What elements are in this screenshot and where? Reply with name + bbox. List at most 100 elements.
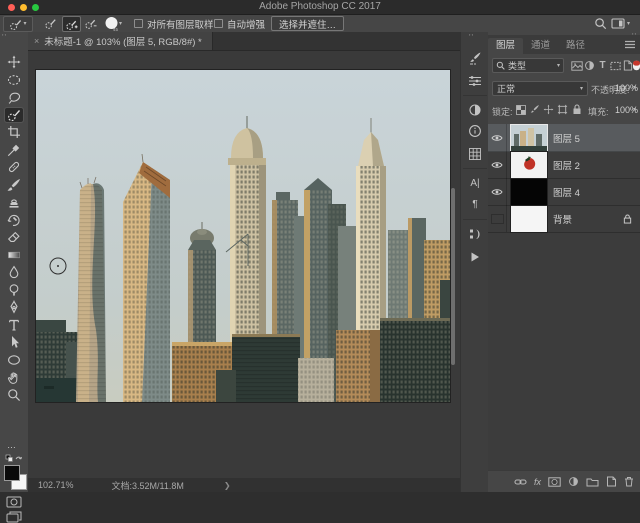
layer-row-5[interactable]: 图层 5 xyxy=(488,124,640,152)
new-group-button[interactable] xyxy=(586,477,599,487)
layer-row-background[interactable]: 背景 xyxy=(488,205,640,233)
add-to-selection-mode-button[interactable] xyxy=(62,16,81,32)
path-selection-tool[interactable] xyxy=(5,335,23,349)
tab-layers[interactable]: 图层 xyxy=(488,38,523,54)
move-tool[interactable] xyxy=(5,55,23,69)
chevron-down-icon: ▾ xyxy=(580,86,583,92)
layer-thumbnail[interactable] xyxy=(511,125,547,151)
lock-artboard-icon[interactable] xyxy=(556,103,569,116)
subtract-from-selection-mode-button[interactable] xyxy=(82,16,99,30)
layer-style-button[interactable]: fx xyxy=(534,477,541,487)
chevron-down-icon[interactable]: ▾ xyxy=(633,107,636,113)
hand-tool[interactable] xyxy=(5,370,23,384)
brush-settings-panel-icon[interactable] xyxy=(465,49,485,67)
type-tool[interactable] xyxy=(5,318,23,332)
filter-kind-select[interactable]: 类型 ▾ xyxy=(492,58,564,73)
chevron-down-icon: ▾ xyxy=(119,21,122,27)
info-panel-icon[interactable] xyxy=(465,122,485,140)
layer-lock-icon xyxy=(623,214,632,224)
gradient-tool[interactable] xyxy=(5,248,23,262)
blur-tool[interactable] xyxy=(5,265,23,279)
character-panel-icon[interactable]: A| xyxy=(465,174,485,192)
lock-label: 锁定: xyxy=(492,105,513,118)
new-selection-mode-button[interactable] xyxy=(42,16,59,30)
history-brush-tool[interactable] xyxy=(5,213,23,227)
document-tab[interactable]: × 未标题-1 @ 103% (图层 5, RGB/8#) * xyxy=(28,32,213,50)
quick-selection-tool[interactable] xyxy=(5,108,23,122)
filter-toggle-icon[interactable] xyxy=(630,59,640,72)
fill-label: 填充: xyxy=(588,105,609,118)
pixel-layer-filter-icon[interactable] xyxy=(570,59,583,72)
lasso-tool[interactable] xyxy=(5,90,23,104)
select-and-mask-button[interactable]: 选择并遮住… xyxy=(271,16,344,31)
link-layers-button[interactable] xyxy=(514,478,527,486)
layer-row-2[interactable]: 图层 2 xyxy=(488,151,640,179)
workspace-switcher[interactable]: ▾ xyxy=(611,18,630,29)
chevron-down-icon[interactable]: ▾ xyxy=(633,85,636,91)
vertical-scrollbar[interactable] xyxy=(451,188,455,365)
dodge-tool[interactable] xyxy=(5,283,23,297)
shape-tool[interactable] xyxy=(5,353,23,367)
lock-transparent-icon[interactable] xyxy=(514,103,527,116)
lock-all-icon[interactable] xyxy=(570,103,583,116)
search-icon[interactable] xyxy=(594,17,607,30)
brush-tool[interactable] xyxy=(5,178,23,192)
visibility-toggle[interactable] xyxy=(488,178,507,205)
toolbar-collapse-handle[interactable]: '' xyxy=(2,34,7,42)
layer-name[interactable]: 图层 4 xyxy=(553,185,580,199)
type-layer-filter-icon[interactable]: T xyxy=(596,59,609,72)
tab-paths[interactable]: 路径 xyxy=(558,38,593,54)
paragraph-styles-panel-icon[interactable] xyxy=(465,225,485,243)
spot-healing-brush-tool[interactable] xyxy=(5,160,23,174)
blend-mode-select[interactable]: 正常 ▾ xyxy=(492,81,588,96)
tool-preset-picker[interactable]: ▾ xyxy=(3,16,33,32)
clone-stamp-tool[interactable] xyxy=(5,195,23,209)
crop-tool[interactable] xyxy=(5,125,23,139)
visibility-toggle[interactable] xyxy=(488,124,507,151)
layer-thumbnail[interactable] xyxy=(511,179,547,205)
brush-presets-panel-icon[interactable] xyxy=(465,72,485,90)
canvas-image[interactable] xyxy=(36,70,450,402)
delete-layer-button[interactable] xyxy=(624,476,634,487)
foreground-color-swatch[interactable] xyxy=(5,466,19,480)
auto-enhance-checkbox[interactable]: 自动增强 xyxy=(214,15,265,32)
layer-thumbnail[interactable] xyxy=(511,152,547,178)
layer-row-4[interactable]: 图层 4 xyxy=(488,178,640,206)
layer-name[interactable]: 图层 5 xyxy=(553,131,580,145)
screen-mode-button[interactable] xyxy=(6,511,22,523)
status-menu-chevron[interactable]: ❯ xyxy=(224,481,231,490)
pen-tool[interactable] xyxy=(5,300,23,314)
chevron-down-icon: ▾ xyxy=(23,21,26,27)
adjustments-panel-icon[interactable] xyxy=(465,101,485,119)
lock-row: 锁定: 填充: 100% ▾ xyxy=(488,102,640,119)
tab-channels[interactable]: 通道 xyxy=(523,38,558,54)
new-adjustment-layer-button[interactable] xyxy=(568,476,579,487)
actions-panel-icon[interactable] xyxy=(465,248,485,266)
eyedropper-tool[interactable] xyxy=(5,143,23,157)
panel-menu-icon[interactable] xyxy=(624,40,636,49)
visibility-toggle[interactable] xyxy=(488,205,507,232)
close-tab-icon[interactable]: × xyxy=(34,36,39,46)
sample-all-layers-checkbox[interactable]: 对所有图层取样 xyxy=(134,15,214,32)
edit-toolbar-ellipsis[interactable]: … xyxy=(7,440,17,450)
chevron-down-icon: ▾ xyxy=(557,63,560,69)
visibility-toggle[interactable] xyxy=(488,151,507,178)
dock-collapse-handle[interactable]: '' xyxy=(469,34,474,42)
adjustment-layer-filter-icon[interactable] xyxy=(583,59,596,72)
eraser-tool[interactable] xyxy=(5,230,23,244)
layer-thumbnail[interactable] xyxy=(511,206,547,232)
layer-name[interactable]: 图层 2 xyxy=(553,158,580,172)
paragraph-panel-icon[interactable]: ¶ xyxy=(465,195,485,213)
add-layer-mask-button[interactable] xyxy=(548,477,561,487)
lock-paint-icon[interactable] xyxy=(528,103,541,116)
zoom-tool[interactable] xyxy=(5,388,23,402)
lock-position-icon[interactable] xyxy=(542,103,555,116)
quick-mask-mode-button[interactable] xyxy=(6,496,22,508)
histogram-panel-icon[interactable] xyxy=(465,145,485,163)
new-layer-button[interactable] xyxy=(606,476,617,487)
layer-name[interactable]: 背景 xyxy=(553,212,572,226)
layers-panel-bottom-bar: fx xyxy=(488,470,640,492)
zoom-level[interactable]: 102.71% xyxy=(38,480,74,490)
default-colors-icon[interactable] xyxy=(5,454,23,463)
marquee-tool[interactable] xyxy=(5,73,23,87)
